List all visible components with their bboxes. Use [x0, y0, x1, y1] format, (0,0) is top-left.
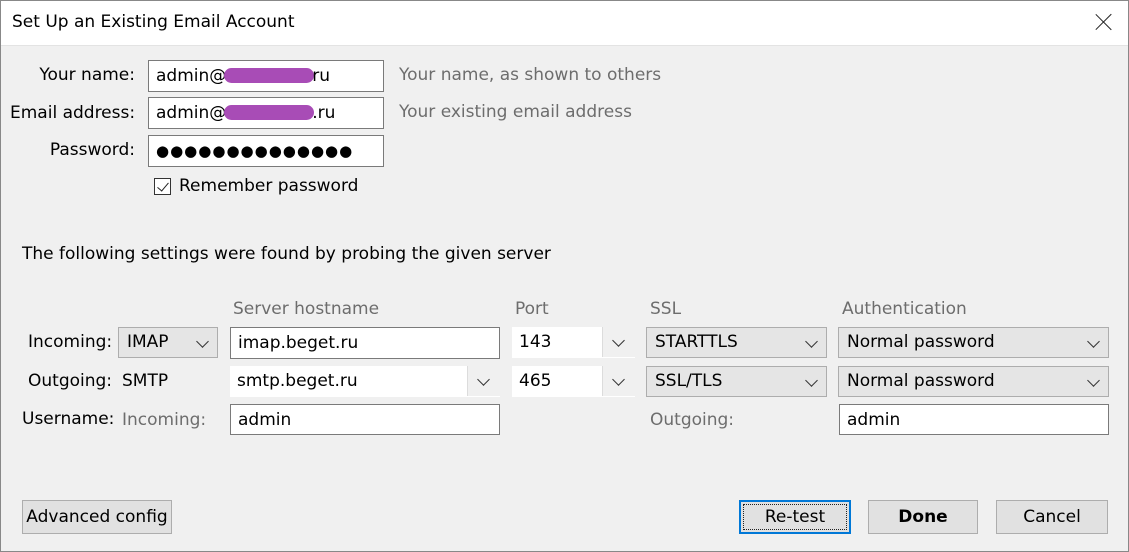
chevron-down-icon [612, 334, 625, 347]
username-outgoing-label: Outgoing: [650, 410, 735, 430]
your-name-hint: Your name, as shown to others [399, 65, 662, 85]
incoming-port-value: 143 [519, 332, 552, 352]
incoming-hostname-input[interactable]: imap.beget.ru [230, 327, 500, 359]
username-label: Username: [22, 409, 115, 429]
checkmark-icon [157, 179, 169, 192]
password-value: ●●●●●●●●●●●●●● [156, 142, 354, 160]
remember-password-label: Remember password [179, 176, 359, 196]
outgoing-hostname-value: smtp.beget.ru [237, 371, 358, 391]
advanced-config-button[interactable]: Advanced config [22, 500, 172, 534]
outgoing-ssl-select[interactable]: SSL/TLS [646, 366, 827, 397]
incoming-auth-select[interactable]: Normal password [838, 327, 1109, 358]
ssl-header: SSL [650, 299, 682, 319]
outgoing-hostname-dropdown-button[interactable] [467, 366, 500, 396]
incoming-port-combo[interactable]: 143 [512, 327, 635, 358]
incoming-username-value: admin [238, 410, 292, 430]
your-name-value-prefix: admin@ [156, 66, 227, 86]
incoming-hostname-value: imap.beget.ru [238, 333, 359, 353]
email-address-hint: Your existing email address [399, 102, 632, 122]
window-title: Set Up an Existing Email Account [12, 12, 295, 32]
email-value-suffix: .ru [312, 103, 336, 123]
outgoing-protocol: SMTP [122, 371, 169, 391]
outgoing-username-value: admin [847, 410, 901, 430]
incoming-label: Incoming: [28, 332, 113, 352]
incoming-port-dropdown-button[interactable] [602, 327, 635, 357]
email-address-label: Email address: [10, 103, 136, 123]
outgoing-auth-select[interactable]: Normal password [838, 366, 1109, 397]
server-hostname-header: Server hostname [233, 299, 380, 319]
incoming-auth-value: Normal password [847, 332, 995, 352]
authentication-header: Authentication [842, 299, 967, 319]
retest-button[interactable]: Re-test [739, 500, 851, 534]
username-incoming-label: Incoming: [122, 410, 207, 430]
email-value-prefix: admin@ [156, 103, 227, 123]
close-icon[interactable] [1094, 12, 1114, 32]
redaction-mark [224, 105, 315, 120]
port-header: Port [515, 299, 549, 319]
incoming-protocol-value: IMAP [127, 332, 169, 352]
your-name-value-suffix: ru [312, 66, 331, 86]
outgoing-username-input[interactable]: admin [839, 404, 1109, 435]
password-label: Password: [49, 140, 135, 160]
your-name-input[interactable]: admin@ ru [148, 60, 384, 92]
chevron-down-icon [612, 373, 625, 386]
your-name-label: Your name: [39, 65, 135, 85]
focus-ring [743, 504, 847, 530]
incoming-username-input[interactable]: admin [230, 404, 500, 435]
password-input[interactable]: ●●●●●●●●●●●●●● [148, 135, 384, 167]
outgoing-label: Outgoing: [28, 371, 113, 391]
outgoing-port-dropdown-button[interactable] [602, 366, 635, 396]
chevron-down-icon [805, 335, 818, 348]
incoming-protocol-select[interactable]: IMAP [118, 327, 218, 358]
chevron-down-icon [1087, 335, 1100, 348]
chevron-down-icon [1087, 374, 1100, 387]
outgoing-port-combo[interactable]: 465 [512, 366, 635, 397]
done-button[interactable]: Done [868, 500, 978, 534]
cancel-button[interactable]: Cancel [996, 500, 1108, 534]
probe-message: The following settings were found by pro… [22, 244, 551, 264]
chevron-down-icon [196, 335, 209, 348]
incoming-ssl-value: STARTTLS [655, 332, 738, 352]
chevron-down-icon [805, 374, 818, 387]
chevron-down-icon [477, 373, 490, 386]
redaction-mark [224, 68, 315, 83]
email-address-input[interactable]: admin@ .ru [148, 97, 384, 129]
remember-password-checkbox[interactable] [154, 178, 171, 195]
outgoing-hostname-combo[interactable]: smtp.beget.ru [230, 366, 500, 397]
outgoing-ssl-value: SSL/TLS [655, 371, 723, 391]
outgoing-auth-value: Normal password [847, 371, 995, 391]
outgoing-port-value: 465 [519, 371, 552, 391]
incoming-ssl-select[interactable]: STARTTLS [646, 327, 827, 358]
